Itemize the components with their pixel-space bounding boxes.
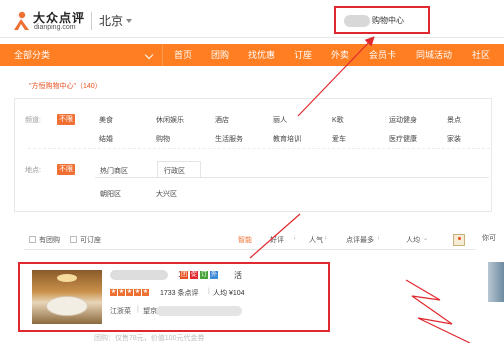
search-keyword-count: "方恒购物中心"（140） [29, 83, 102, 90]
sort-popularity[interactable]: 人气 [309, 235, 323, 245]
star-icon: ★ [110, 289, 117, 296]
search-query: 购物中心 [372, 16, 404, 25]
category-attractions[interactable]: 景点 [447, 115, 461, 125]
chandelier [57, 274, 77, 282]
category-wedding[interactable]: 结婚 [99, 134, 113, 144]
sidebar-image[interactable] [488, 262, 504, 302]
nav-home[interactable]: 首页 [174, 44, 192, 66]
sort-good-review[interactable]: 好评 [270, 235, 284, 245]
district-chaoyang[interactable]: 朝阳区 [100, 189, 121, 199]
nav-deals[interactable]: 找优惠 [248, 44, 275, 66]
sort-per-capita[interactable]: 人均 [406, 235, 420, 245]
category-life-services[interactable]: 生活服务 [215, 134, 243, 144]
sort-down-icon: ↓ [324, 235, 327, 241]
divider [0, 37, 504, 38]
sidebar-heading: 你可 [482, 235, 496, 242]
map-view-icon[interactable] [453, 234, 465, 246]
main-nav: 全部分类 首页 团购 找优惠 订座 外卖 会员卡 同城活动 社区 [0, 44, 504, 66]
nav-community[interactable]: 社区 [472, 44, 490, 66]
category-food[interactable]: 美食 [99, 115, 113, 125]
nav-member-card[interactable]: 会员卡 [369, 44, 396, 66]
divider: | [137, 306, 139, 313]
address-blurred [156, 306, 242, 316]
logo-domain: dianping.com [34, 24, 76, 31]
channel-label: 频道: [25, 117, 41, 124]
sort-smart[interactable]: 智能 [238, 235, 252, 245]
category-beauty[interactable]: 丽人 [273, 115, 287, 125]
all-categories-menu[interactable]: 全部分类 [14, 44, 50, 66]
star-icon: ★ [142, 289, 149, 296]
category-car[interactable]: 爱车 [332, 134, 346, 144]
nav-booking[interactable]: 订座 [294, 44, 312, 66]
city-selector[interactable]: 北京 [99, 12, 123, 29]
channel-any-badge[interactable]: 不限 [57, 114, 75, 125]
blurred-text [344, 15, 370, 27]
divider: | [208, 288, 210, 295]
booking-tag-icon[interactable]: 订 [200, 271, 208, 279]
review-count[interactable]: 1733 条点评 [160, 288, 199, 298]
tab-admin-districts[interactable]: 行政区 [164, 166, 185, 176]
takeout-tag-icon[interactable]: 外 [210, 271, 218, 279]
star-rating: ★ ★ ★ ★ ★ [110, 288, 150, 296]
search-input[interactable]: 购物中心 [334, 6, 430, 34]
squiggle-mark [405, 279, 471, 343]
group-buy-tag-icon[interactable]: 团 [180, 271, 188, 279]
category-home-decor[interactable]: 家装 [447, 134, 461, 144]
can-book-label[interactable]: 可订座 [80, 235, 101, 245]
divider [91, 12, 92, 30]
average-price: 人均 ¥104 [213, 290, 245, 297]
has-group-buy-checkbox[interactable] [29, 236, 36, 243]
divider [28, 148, 490, 149]
tag-label: 活 [234, 271, 242, 280]
star-icon: ★ [134, 289, 141, 296]
star-icon: ★ [126, 289, 133, 296]
promo-tag-icon[interactable]: 促 [190, 271, 198, 279]
category-education[interactable]: 教育培训 [273, 134, 301, 144]
cuisine-link[interactable]: 江浙菜 [110, 306, 131, 316]
tab-hot-business-areas[interactable]: 热门商区 [100, 166, 128, 176]
location-any-badge[interactable]: 不限 [57, 164, 75, 175]
region-link[interactable]: 望京 [143, 306, 157, 316]
divider [95, 177, 489, 178]
can-book-checkbox[interactable] [70, 236, 77, 243]
divider [24, 249, 476, 250]
nav-group-buy[interactable]: 团购 [211, 44, 229, 66]
category-leisure[interactable]: 休闲娱乐 [156, 115, 184, 125]
category-shopping[interactable]: 购物 [156, 134, 170, 144]
filter-panel: 频道: 不限 美食 休闲娱乐 酒店 丽人 K歌 运动健身 景点 结婚 购物 生活… [14, 98, 492, 212]
nav-takeout[interactable]: 外卖 [331, 44, 349, 66]
shop-name-blurred[interactable] [110, 270, 168, 280]
has-group-buy-label[interactable]: 有团购 [39, 235, 60, 245]
round-table [46, 296, 88, 316]
chevron-down-icon: ⌄ [423, 236, 429, 242]
divider [162, 44, 163, 66]
sort-down-icon: ↓ [377, 235, 380, 241]
search-result-item[interactable]: 1 团 促 订 外 活 ★★★★★ 1733 条点评 | 人均 ¥104 江浙菜… [18, 262, 330, 332]
district-daxing[interactable]: 大兴区 [156, 189, 177, 199]
dianping-logo-icon[interactable] [13, 11, 30, 31]
location-label: 地点: [25, 167, 41, 174]
category-sports[interactable]: 运动健身 [389, 115, 417, 125]
star-icon: ★ [118, 289, 125, 296]
chevron-down-icon[interactable] [144, 50, 154, 60]
category-medical[interactable]: 医疗健康 [389, 134, 417, 144]
sort-most-reviews[interactable]: 点评最多 [346, 235, 374, 245]
group-deal-preview[interactable]: 团购：仅售78元，价值100元代金券 [94, 333, 204, 343]
sort-down-icon: ↓ [293, 235, 296, 241]
category-ktv[interactable]: K歌 [332, 115, 344, 125]
chevron-down-icon[interactable] [126, 19, 132, 23]
shop-photo[interactable] [32, 270, 102, 324]
category-hotel[interactable]: 酒店 [215, 115, 229, 125]
nav-local-events[interactable]: 同城活动 [416, 44, 452, 66]
